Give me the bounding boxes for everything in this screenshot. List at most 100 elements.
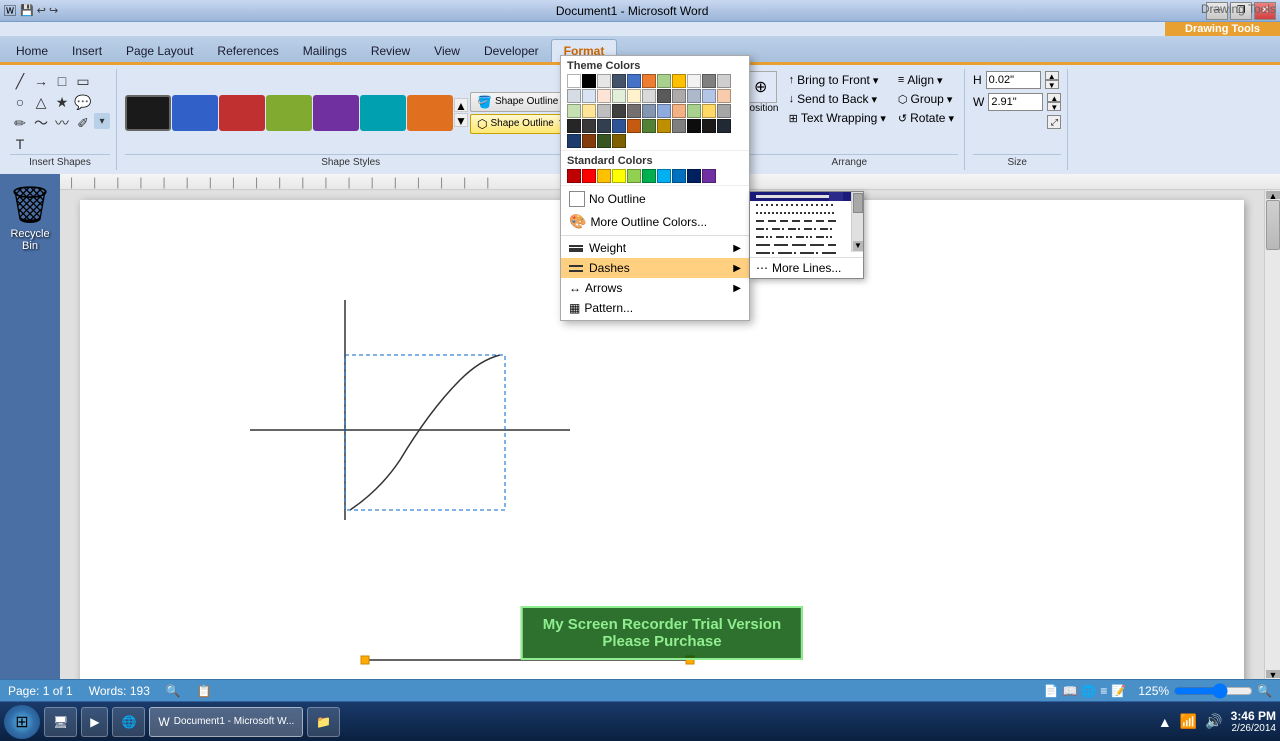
tab-references[interactable]: References bbox=[205, 40, 290, 62]
standard-color-swatch[interactable] bbox=[702, 169, 716, 183]
shape-arrow[interactable]: → bbox=[31, 71, 51, 91]
scroll-down-arrow[interactable]: ▼ bbox=[1266, 670, 1280, 678]
dashes-item[interactable]: Dashes ▶ bbox=[561, 258, 749, 278]
theme-color-swatch[interactable] bbox=[597, 134, 611, 148]
shape-triangle[interactable]: △ bbox=[31, 92, 51, 112]
standard-color-swatch[interactable] bbox=[567, 169, 581, 183]
dash-dashdotdot-item[interactable] bbox=[750, 233, 863, 241]
standard-color-swatch[interactable] bbox=[597, 169, 611, 183]
theme-color-swatch[interactable] bbox=[627, 119, 641, 133]
tray-network-icon[interactable]: 📶 bbox=[1180, 713, 1197, 730]
style-swatch-teal[interactable] bbox=[360, 95, 406, 131]
dash-dotted2-item[interactable] bbox=[750, 209, 863, 217]
theme-color-swatch[interactable] bbox=[567, 134, 581, 148]
standard-color-swatch[interactable] bbox=[687, 169, 701, 183]
theme-color-swatch[interactable] bbox=[582, 134, 596, 148]
dash-dashed-item[interactable] bbox=[750, 217, 863, 225]
scroll-up-icon[interactable]: ▲ bbox=[454, 98, 468, 112]
theme-color-swatch[interactable] bbox=[672, 104, 686, 118]
align-button[interactable]: ≡ Align ▾ bbox=[894, 71, 958, 89]
theme-color-swatch[interactable] bbox=[642, 89, 656, 103]
style-swatch-green[interactable] bbox=[266, 95, 312, 131]
dash-solid-item[interactable] bbox=[750, 192, 863, 201]
theme-color-swatch[interactable] bbox=[612, 119, 626, 133]
theme-color-swatch[interactable] bbox=[687, 74, 701, 88]
height-down-button[interactable]: ▼ bbox=[1045, 80, 1059, 89]
view-web-icon[interactable]: 🌐 bbox=[1081, 684, 1096, 698]
theme-color-swatch[interactable] bbox=[612, 89, 626, 103]
scroll-thumb[interactable] bbox=[1266, 200, 1280, 250]
send-to-back-button[interactable]: ↓ Send to Back ▾ bbox=[785, 90, 890, 108]
theme-color-swatch[interactable] bbox=[612, 104, 626, 118]
arrows-item[interactable]: ↔ Arrows ▶ bbox=[561, 278, 749, 298]
size-expand-button[interactable]: ⤢ bbox=[1047, 115, 1061, 129]
width-input[interactable] bbox=[988, 93, 1043, 111]
scroll-up-arrow[interactable]: ▲ bbox=[1266, 191, 1280, 199]
theme-color-swatch[interactable] bbox=[627, 104, 641, 118]
standard-color-swatch[interactable] bbox=[612, 169, 626, 183]
standard-color-grid[interactable] bbox=[567, 169, 743, 183]
theme-color-swatch[interactable] bbox=[672, 119, 686, 133]
theme-color-swatch[interactable] bbox=[717, 74, 731, 88]
taskbar-show-desktop[interactable]: 🖥 bbox=[44, 707, 77, 737]
style-swatch-black[interactable] bbox=[125, 95, 171, 131]
theme-color-swatch[interactable] bbox=[702, 104, 716, 118]
tab-developer[interactable]: Developer bbox=[472, 40, 551, 62]
bring-to-front-button[interactable]: ↑ Bring to Front ▾ bbox=[785, 71, 890, 89]
theme-color-swatch[interactable] bbox=[642, 104, 656, 118]
tab-view[interactable]: View bbox=[422, 40, 472, 62]
theme-color-swatch[interactable] bbox=[717, 119, 731, 133]
shape-pen[interactable]: ✏ bbox=[10, 113, 30, 133]
view-normal-icon[interactable]: 📄 bbox=[1044, 684, 1059, 698]
theme-color-swatch[interactable] bbox=[717, 89, 731, 103]
height-input[interactable] bbox=[986, 71, 1041, 89]
theme-color-swatch[interactable] bbox=[627, 74, 641, 88]
taskbar-word[interactable]: W Document1 - Microsoft W... bbox=[149, 707, 303, 737]
shape-more[interactable]: ▾ bbox=[94, 113, 110, 129]
standard-color-swatch[interactable] bbox=[657, 169, 671, 183]
taskbar-media-player[interactable]: ▶ bbox=[81, 707, 108, 737]
no-outline-item[interactable]: No Outline bbox=[561, 188, 749, 210]
zoom-slider[interactable] bbox=[1173, 683, 1253, 699]
shape-callout[interactable]: 💬 bbox=[73, 92, 93, 112]
shape-line[interactable]: ╱ bbox=[10, 71, 30, 91]
theme-color-swatch[interactable] bbox=[702, 74, 716, 88]
standard-color-swatch[interactable] bbox=[627, 169, 641, 183]
shape-freeform[interactable]: 〜 bbox=[31, 113, 51, 133]
shape-round-rect[interactable]: ▭ bbox=[73, 71, 93, 91]
tab-home[interactable]: Home bbox=[4, 40, 60, 62]
tray-up-icon[interactable]: ▲ bbox=[1158, 714, 1172, 730]
theme-color-swatch[interactable] bbox=[597, 104, 611, 118]
style-swatch-blue[interactable] bbox=[172, 95, 218, 131]
theme-color-swatch[interactable] bbox=[567, 89, 581, 103]
view-reading-icon[interactable]: 📖 bbox=[1062, 684, 1077, 698]
theme-color-swatch[interactable] bbox=[687, 119, 701, 133]
standard-color-swatch[interactable] bbox=[672, 169, 686, 183]
width-down-button[interactable]: ▼ bbox=[1047, 102, 1061, 111]
theme-color-swatch[interactable] bbox=[567, 119, 581, 133]
zoom-in-icon[interactable]: 🔍 bbox=[1257, 684, 1272, 698]
scrollbar-vertical[interactable]: ▲ ▼ bbox=[1264, 190, 1280, 679]
theme-color-swatch[interactable] bbox=[702, 89, 716, 103]
submenu-scroll-down[interactable]: ▼ bbox=[853, 241, 863, 251]
tab-review[interactable]: Review bbox=[359, 40, 422, 62]
shape-oval[interactable]: ○ bbox=[10, 92, 30, 112]
theme-color-swatch[interactable] bbox=[597, 74, 611, 88]
shape-rect[interactable]: □ bbox=[52, 71, 72, 91]
height-up-button[interactable]: ▲ bbox=[1045, 71, 1059, 80]
theme-color-swatch[interactable] bbox=[597, 89, 611, 103]
shape-star[interactable]: ★ bbox=[52, 92, 72, 112]
theme-color-swatch[interactable] bbox=[612, 134, 626, 148]
dash-longdashdot-item[interactable] bbox=[750, 249, 863, 257]
more-lines-item[interactable]: ⋯ More Lines... bbox=[750, 257, 863, 278]
style-swatch-orange[interactable] bbox=[407, 95, 453, 131]
theme-color-swatch[interactable] bbox=[567, 104, 581, 118]
tab-mailings[interactable]: Mailings bbox=[291, 40, 359, 62]
theme-color-swatch[interactable] bbox=[657, 119, 671, 133]
style-swatch-red[interactable] bbox=[219, 95, 265, 131]
width-up-button[interactable]: ▲ bbox=[1047, 93, 1061, 102]
standard-color-swatch[interactable] bbox=[642, 169, 656, 183]
dash-dashdot-item[interactable] bbox=[750, 225, 863, 233]
shape-textbox[interactable]: T bbox=[10, 134, 30, 154]
theme-color-swatch[interactable] bbox=[582, 119, 596, 133]
